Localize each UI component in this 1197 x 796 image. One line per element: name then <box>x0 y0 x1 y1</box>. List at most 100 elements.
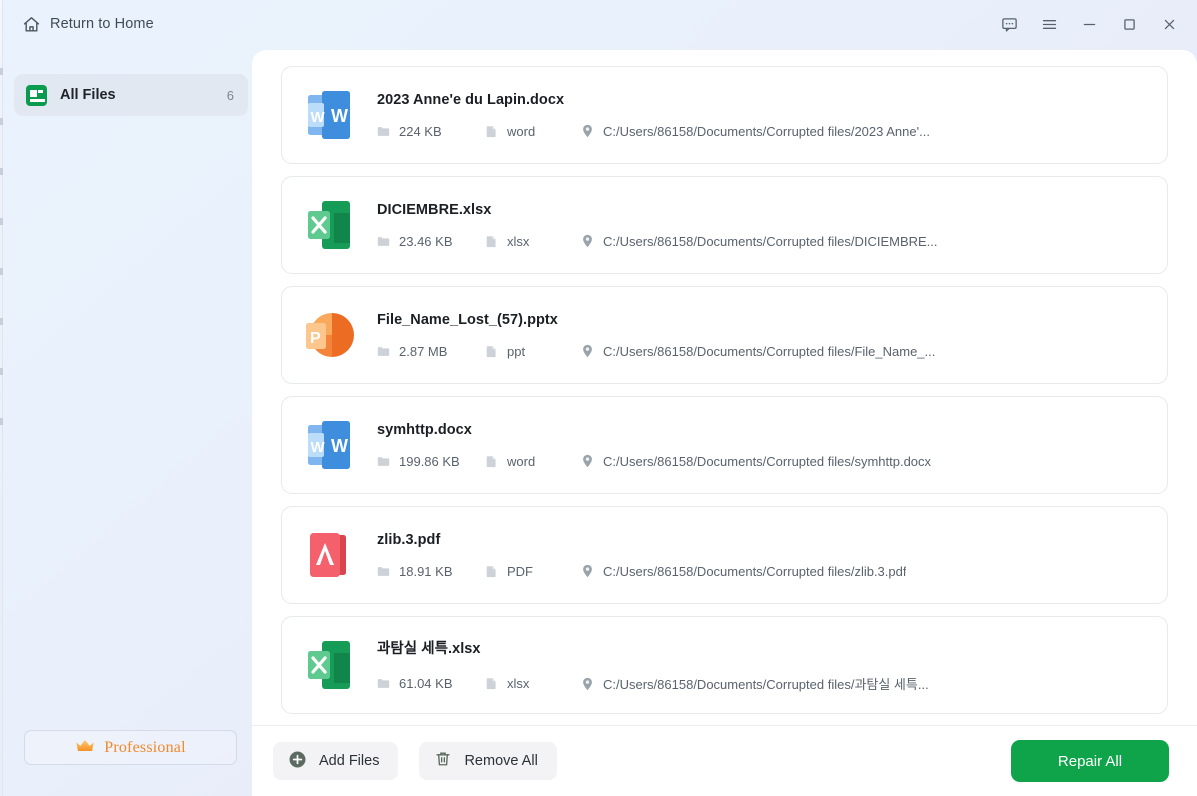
file-name: 과탐실 세특.xlsx <box>377 637 1167 658</box>
add-files-label: Add Files <box>319 753 379 769</box>
file-size-cell: 199.86 KB <box>377 454 485 469</box>
folder-icon <box>377 455 399 468</box>
svg-text:P: P <box>310 330 321 347</box>
file-card[interactable]: WWsymhttp.docx199.86 KBwordC:/Users/8615… <box>281 396 1168 494</box>
file-path: C:/Users/86158/Documents/Corrupted files… <box>603 124 930 139</box>
file-card[interactable]: DICIEMBRE.xlsx 23.46 KB xlsx C:/Users/86158… <box>281 176 1168 274</box>
file-size: 23.46 KB <box>399 234 453 249</box>
file-kind: xlsx <box>507 234 529 249</box>
location-pin-icon <box>581 454 603 468</box>
file-kind: xlsx <box>507 676 529 691</box>
word-file-icon: WW <box>304 419 354 471</box>
trash-icon <box>434 750 452 772</box>
professional-label: Professional <box>104 739 186 757</box>
feedback-icon[interactable] <box>989 4 1029 44</box>
file-path: C:/Users/86158/Documents/Corrupted files… <box>603 454 931 469</box>
maximize-icon[interactable] <box>1109 4 1149 44</box>
file-path-cell: C:/Users/86158/Documents/Corrupted files… <box>581 344 935 359</box>
professional-upgrade-button[interactable]: Professional <box>24 730 237 765</box>
repair-all-button[interactable]: Repair All <box>1011 740 1169 782</box>
excel-file-icon <box>304 639 354 691</box>
file-path-cell: C:/Users/86158/Documents/Corrupted files… <box>581 124 930 139</box>
remove-all-label: Remove All <box>464 753 537 769</box>
file-kind-cell: xlsx <box>485 676 581 691</box>
file-kind: ppt <box>507 344 525 359</box>
file-kind-cell: PDF <box>485 564 581 579</box>
file-path-cell: C:/Users/86158/Documents/Corrupted files… <box>581 564 906 579</box>
file-kind-cell: word <box>485 454 581 469</box>
location-pin-icon <box>581 234 603 248</box>
title-bar: Return to Home <box>0 0 1197 48</box>
document-icon <box>485 125 507 138</box>
location-pin-icon <box>581 677 603 691</box>
plus-circle-icon <box>288 750 307 773</box>
file-meta: 23.46 KB xlsx C:/Users/86158/Documents/Cor… <box>377 234 1167 249</box>
folder-icon <box>377 345 399 358</box>
file-meta: 61.04 KB xlsx C:/Users/86158/Documents/Cor… <box>377 674 1167 693</box>
close-icon[interactable] <box>1149 4 1189 44</box>
window-controls <box>989 0 1197 48</box>
svg-text:W: W <box>311 109 326 126</box>
file-meta: 224 KB word C:/Users/86158/Documents/Corru… <box>377 124 1167 139</box>
folder-icon <box>377 565 399 578</box>
file-path: C:/Users/86158/Documents/Corrupted files… <box>603 234 938 249</box>
sidebar-item-count: 6 <box>227 88 234 103</box>
file-path-cell: C:/Users/86158/Documents/Corrupted files… <box>581 234 938 249</box>
menu-icon[interactable] <box>1029 4 1069 44</box>
return-to-home-button[interactable]: Return to Home <box>16 11 160 38</box>
file-kind: word <box>507 454 535 469</box>
folder-icon <box>377 125 399 138</box>
document-icon <box>485 235 507 248</box>
file-size: 2.87 MB <box>399 344 447 359</box>
document-icon <box>485 345 507 358</box>
file-card[interactable]: P File_Name_Lost_(57).pptx 2.87 MB ppt C:/Us… <box>281 286 1168 384</box>
file-size: 61.04 KB <box>399 676 453 691</box>
file-path: C:/Users/86158/Documents/Corrupted files… <box>603 344 935 359</box>
file-card[interactable]: 과탐실 세특.xlsx 61.04 KB xlsx C:/Users/86158/Do… <box>281 616 1168 714</box>
return-to-home-label: Return to Home <box>50 16 154 32</box>
file-size-cell: 61.04 KB <box>377 676 485 691</box>
svg-text:W: W <box>311 439 326 456</box>
all-files-icon <box>26 85 47 106</box>
repair-all-label: Repair All <box>1058 753 1122 770</box>
crown-icon <box>75 738 95 758</box>
powerpoint-file-icon: P <box>304 309 354 361</box>
add-files-button[interactable]: Add Files <box>273 742 398 780</box>
folder-icon <box>377 677 399 690</box>
sidebar-item-label: All Files <box>60 87 116 103</box>
file-card[interactable]: zlib.3.pdf 18.91 KB PDF C:/Users/86158/Docu… <box>281 506 1168 604</box>
document-icon <box>485 565 507 578</box>
file-meta: 199.86 KB word C:/Users/86158/Documents/Co… <box>377 454 1167 469</box>
file-name: DICIEMBRE.xlsx <box>377 202 1167 218</box>
svg-text:W: W <box>331 106 348 126</box>
file-list[interactable]: WW2023 Anne'e du Lapin.docx224 KBwordC:/… <box>252 50 1197 725</box>
file-path: C:/Users/86158/Documents/Corrupted files… <box>603 564 906 579</box>
remove-all-button[interactable]: Remove All <box>419 742 556 780</box>
file-size-cell: 18.91 KB <box>377 564 485 579</box>
file-name: zlib.3.pdf <box>377 532 1167 548</box>
main-panel: WW2023 Anne'e du Lapin.docx224 KBwordC:/… <box>252 50 1197 796</box>
file-size: 224 KB <box>399 124 442 139</box>
file-card[interactable]: WW2023 Anne'e du Lapin.docx224 KBwordC:/… <box>281 66 1168 164</box>
background-window-sliver <box>0 0 3 796</box>
file-kind: PDF <box>507 564 533 579</box>
minimize-icon[interactable] <box>1069 4 1109 44</box>
file-name: File_Name_Lost_(57).pptx <box>377 312 1167 328</box>
file-meta: 2.87 MB ppt C:/Users/86158/Documents/Corru… <box>377 344 1167 359</box>
file-kind: word <box>507 124 535 139</box>
sidebar-item-all-files[interactable]: All Files 6 <box>14 74 248 116</box>
location-pin-icon <box>581 564 603 578</box>
file-kind-cell: xlsx <box>485 234 581 249</box>
file-path-cell: C:/Users/86158/Documents/Corrupted files… <box>581 454 931 469</box>
file-size-cell: 224 KB <box>377 124 485 139</box>
document-icon <box>485 455 507 468</box>
home-icon <box>22 15 41 34</box>
file-meta: 18.91 KB PDF C:/Users/86158/Documents/Corr… <box>377 564 1167 579</box>
file-size-cell: 2.87 MB <box>377 344 485 359</box>
file-path-cell: C:/Users/86158/Documents/Corrupted files… <box>581 674 929 693</box>
word-file-icon: WW <box>304 89 354 141</box>
folder-icon <box>377 235 399 248</box>
file-path: C:/Users/86158/Documents/Corrupted files… <box>603 674 929 693</box>
sidebar: All Files 6 Professional <box>3 48 252 796</box>
file-kind-cell: ppt <box>485 344 581 359</box>
